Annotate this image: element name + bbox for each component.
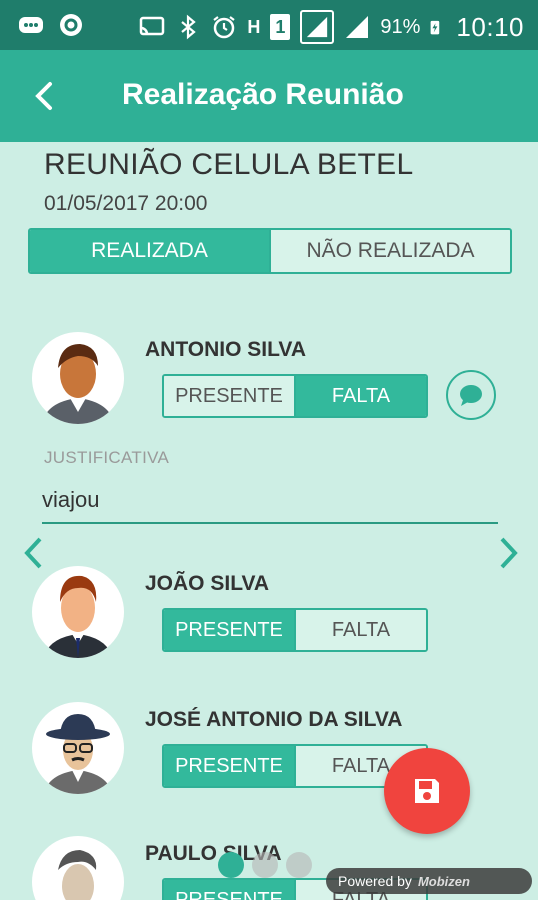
page-title: Realização Reunião: [122, 78, 404, 111]
person-icon: [44, 575, 112, 658]
signal-strength-2-icon: [346, 16, 369, 38]
person-icon: [42, 344, 114, 424]
alarm-icon: [213, 16, 236, 39]
member-name: ANTONIO SILVA: [145, 338, 307, 361]
sim-badge-label: 1: [275, 16, 286, 37]
avatar: [32, 702, 124, 794]
network-type-label: H: [247, 16, 261, 37]
status-bar: H 1 91% 10:10: [0, 0, 538, 50]
meeting-status-toggle: REALIZADA NÃO REALIZADA: [28, 228, 512, 274]
battery-percentage: 91%: [380, 15, 421, 38]
justification-label: JUSTIFICATIVA: [44, 448, 170, 467]
page-indicator: [218, 852, 312, 878]
status-bar-right-icons: H 1 91% 10:10: [139, 10, 524, 44]
presente-option[interactable]: PRESENTE: [164, 376, 294, 416]
chevron-left-icon[interactable]: [22, 536, 44, 570]
page-dot-2[interactable]: [252, 852, 278, 878]
chat-bubble-icon: [460, 385, 482, 406]
clock: 10:10: [456, 11, 524, 42]
meeting-datetime: 01/05/2017 20:00: [44, 192, 208, 215]
back-arrow-icon[interactable]: [28, 78, 64, 114]
presente-option[interactable]: PRESENTE: [164, 746, 294, 786]
attendance-toggle: PRESENTE FALTA: [162, 608, 428, 652]
save-button[interactable]: [384, 748, 470, 834]
sync-notification-icon: [60, 14, 82, 36]
nao-realizada-option[interactable]: NÃO REALIZADA: [269, 230, 510, 272]
page-dot-3[interactable]: [286, 852, 312, 878]
attendance-toggle: PRESENTE FALTA: [162, 374, 428, 418]
justification-input[interactable]: [42, 478, 498, 524]
recorder-watermark: Powered by Mobizen: [326, 868, 532, 894]
falta-option[interactable]: FALTA: [294, 376, 426, 416]
falta-option[interactable]: FALTA: [294, 610, 426, 650]
justification-chat-button[interactable]: [446, 370, 496, 420]
signal-strength-icon: [300, 10, 335, 44]
person-icon: [58, 850, 97, 900]
watermark-text: Powered by: [338, 873, 412, 889]
save-icon: [415, 779, 439, 803]
avatar: [32, 566, 124, 658]
cast-icon: [140, 16, 165, 36]
battery-charging-icon: [431, 20, 440, 35]
presente-option[interactable]: PRESENTE: [164, 610, 294, 650]
bluetooth-icon: [181, 14, 197, 40]
watermark-logo: Mobizen: [417, 873, 470, 889]
member-name: JOSÉ ANTONIO DA SILVA: [145, 708, 403, 731]
member-name: JOÃO SILVA: [145, 572, 270, 595]
avatar: [32, 332, 124, 424]
app-bar: Realização Reunião: [0, 50, 538, 142]
person-icon: [44, 714, 112, 794]
realizada-option[interactable]: REALIZADA: [30, 230, 269, 272]
chat-notification-icon: [19, 17, 43, 33]
avatar: [32, 836, 124, 900]
status-bar-left-icons: [18, 12, 84, 38]
meeting-title: REUNIÃO CELULA BETEL: [44, 148, 414, 181]
page-dot-1[interactable]: [218, 852, 244, 878]
presente-option[interactable]: PRESENTE: [164, 880, 294, 900]
sim-badge: 1: [270, 14, 291, 40]
chevron-right-icon[interactable]: [498, 536, 520, 570]
